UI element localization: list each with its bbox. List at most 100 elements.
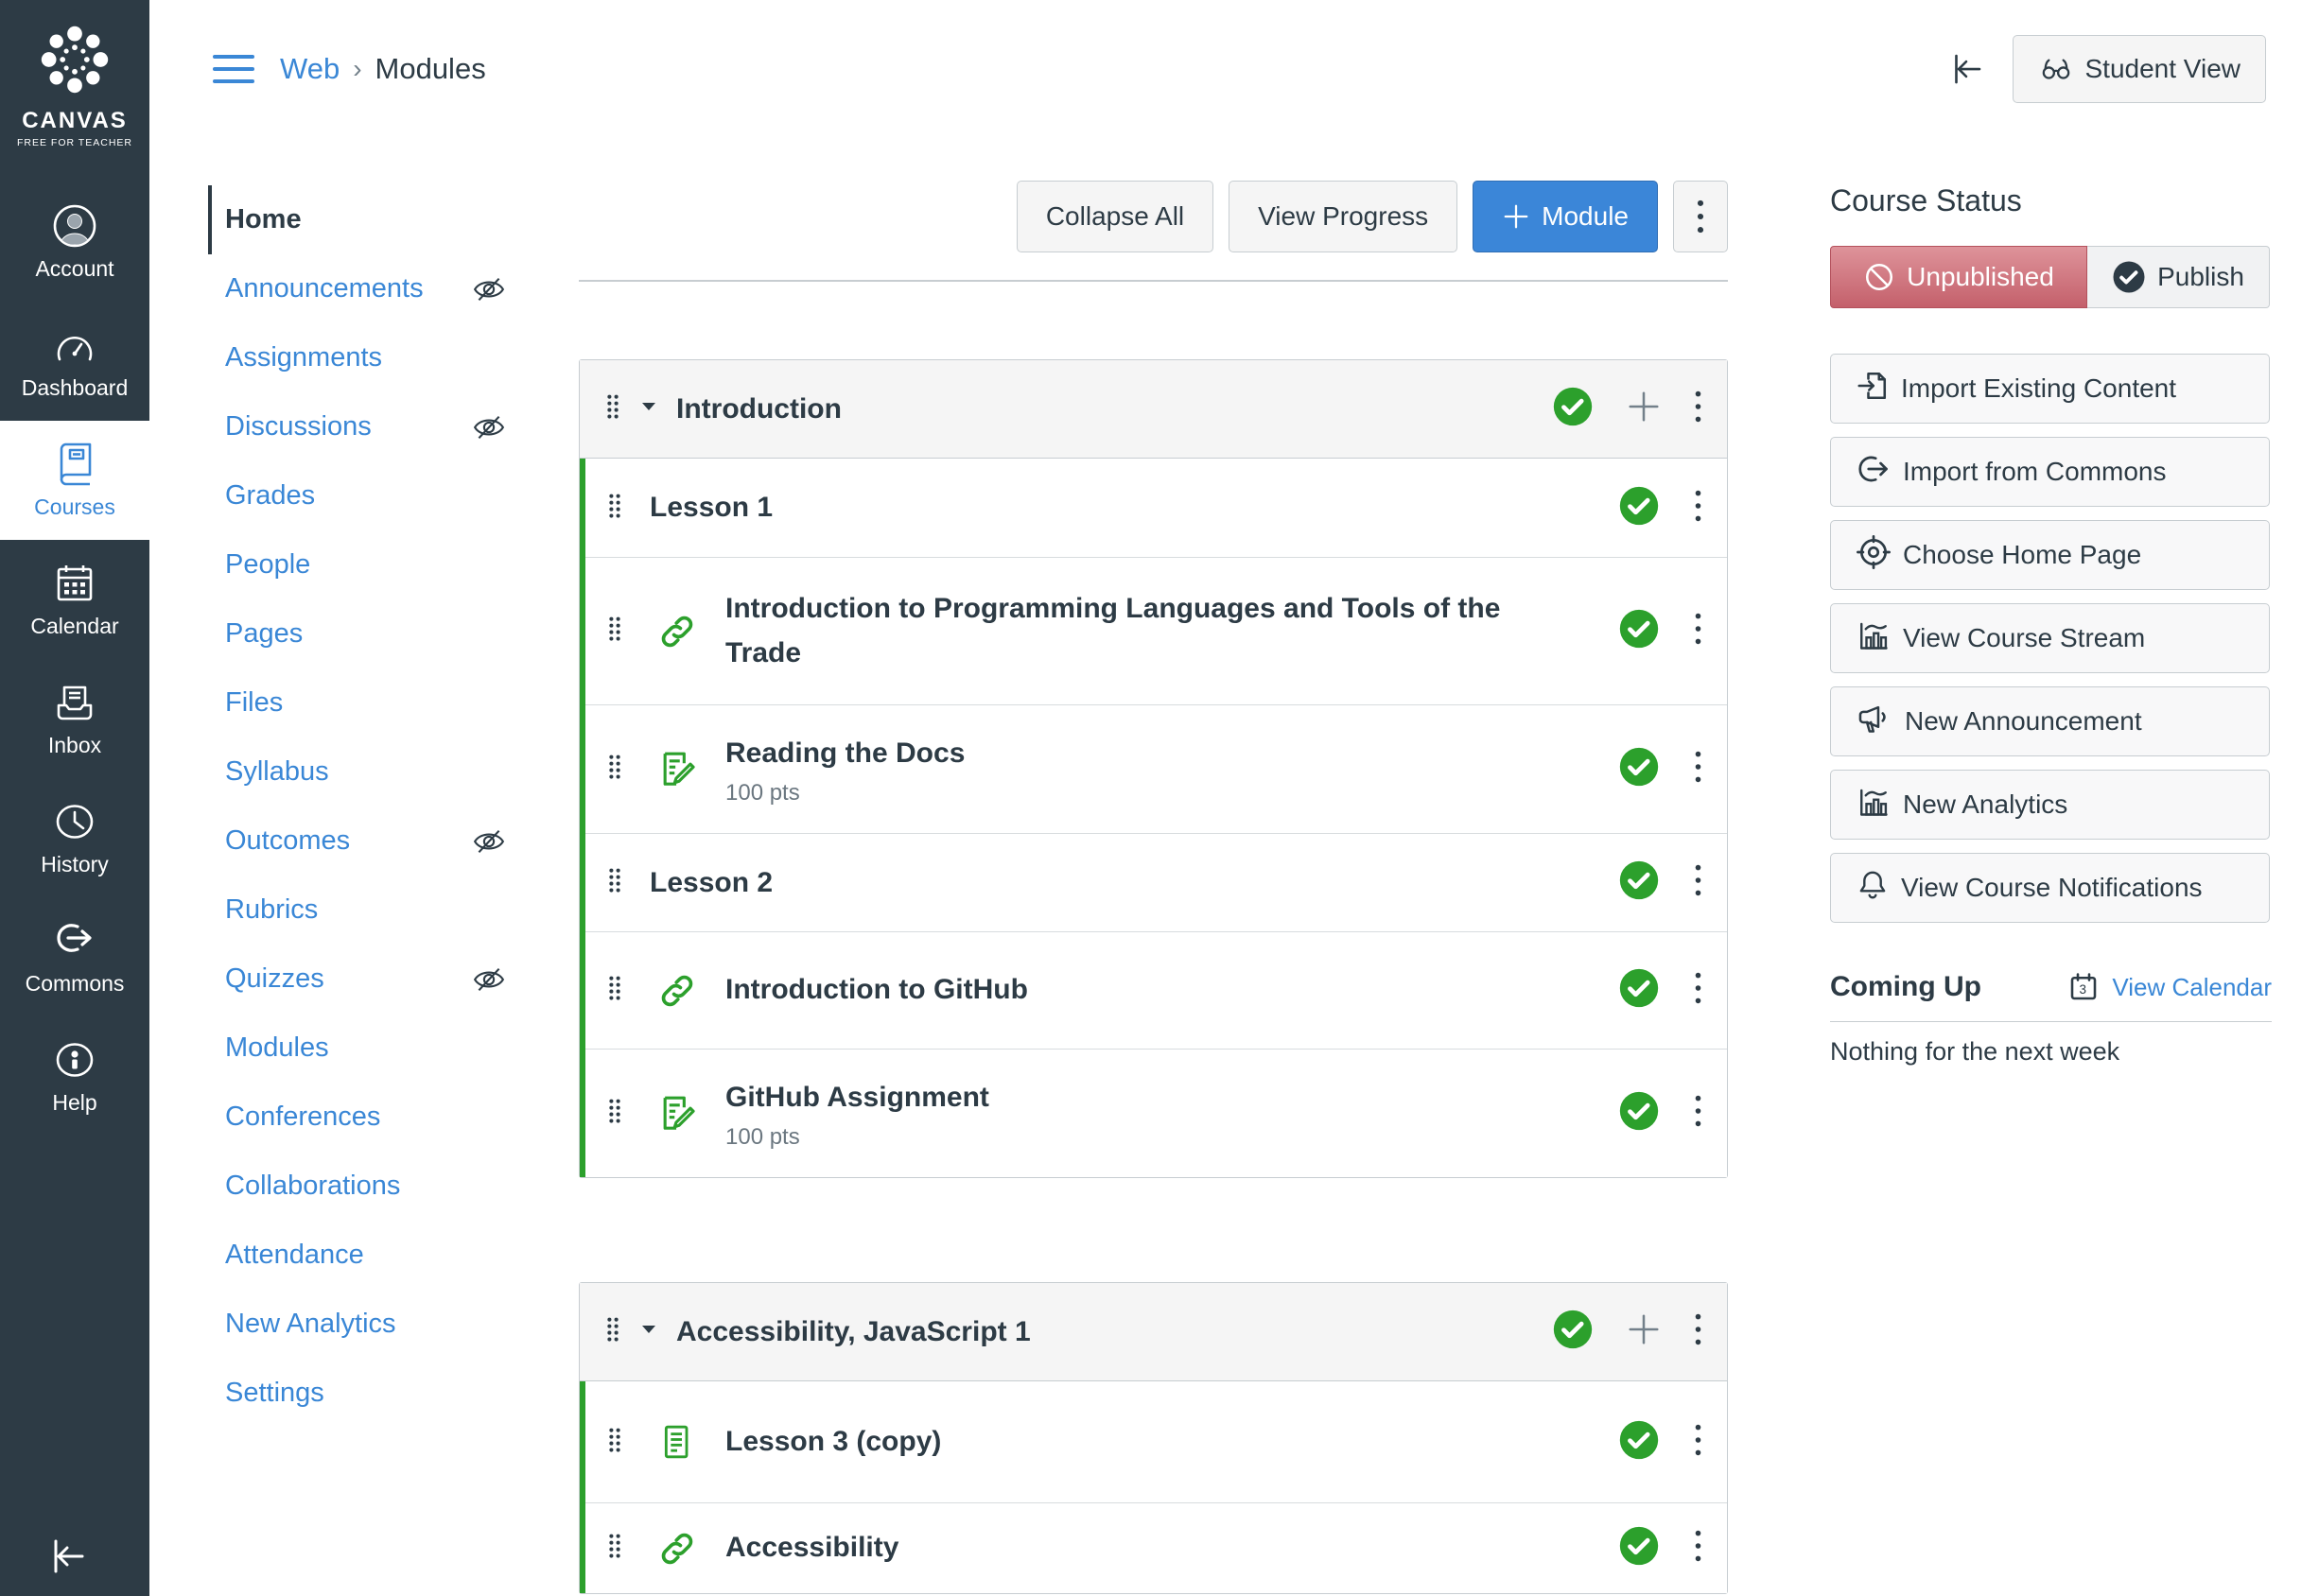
course-nav-item-assignments[interactable]: Assignments — [208, 323, 530, 392]
drag-handle-icon[interactable] — [606, 1426, 623, 1459]
global-nav-item-dashboard[interactable]: Dashboard — [0, 302, 149, 421]
choose-home-page-button[interactable]: Choose Home Page — [1830, 520, 2270, 590]
drag-handle-icon[interactable] — [606, 753, 623, 786]
coming-up-divider — [1830, 1021, 2272, 1022]
item-published-icon[interactable] — [1618, 485, 1660, 531]
global-nav-item-help[interactable]: Help — [0, 1016, 149, 1136]
item-kebab-menu[interactable] — [1694, 1528, 1702, 1569]
module-kebab-menu[interactable] — [1694, 389, 1702, 429]
add-item-icon[interactable] — [1626, 389, 1662, 429]
course-nav-item-grades[interactable]: Grades — [208, 461, 530, 530]
chevron-down-icon[interactable] — [640, 1323, 657, 1341]
course-nav-item-home[interactable]: Home — [208, 185, 530, 254]
item-title-link[interactable]: Introduction to Programming Languages an… — [725, 587, 1529, 675]
publish-button[interactable]: Publish — [2087, 246, 2270, 308]
course-nav-item-outcomes[interactable]: Outcomes — [208, 807, 530, 876]
add-item-icon[interactable] — [1626, 1311, 1662, 1352]
course-nav-label: Conferences — [225, 1102, 381, 1132]
course-nav-item-conferences[interactable]: Conferences — [208, 1083, 530, 1152]
item-kebab-menu[interactable] — [1694, 862, 1702, 903]
item-title-link[interactable]: Lesson 3 (copy) — [725, 1420, 941, 1465]
course-nav-item-modules[interactable]: Modules — [208, 1014, 530, 1083]
item-kebab-menu[interactable] — [1694, 611, 1702, 651]
module-body: Lesson 1 Introduction to Programming Lan… — [580, 459, 1727, 1177]
new-announcement-button[interactable]: New Announcement — [1830, 686, 2270, 756]
import-from-commons-button[interactable]: Import from Commons — [1830, 437, 2270, 507]
item-kebab-menu[interactable] — [1694, 970, 1702, 1011]
global-nav-items: Account Dashboard Courses Calendar Inbox… — [0, 182, 149, 1136]
view-course-notifications-button[interactable]: View Course Notifications — [1830, 853, 2270, 923]
course-nav-item-collaborations[interactable]: Collaborations — [208, 1152, 530, 1221]
course-nav-item-settings[interactable]: Settings — [208, 1359, 530, 1428]
breadcrumb-course-link[interactable]: Web — [280, 52, 340, 86]
hamburger-menu-icon[interactable] — [212, 52, 255, 86]
student-view-button[interactable]: Student View — [2012, 34, 2266, 103]
collapse-all-button[interactable]: Collapse All — [1016, 181, 1214, 252]
drag-handle-icon[interactable] — [606, 492, 623, 525]
item-title-link[interactable]: GitHub Assignment — [725, 1076, 989, 1120]
course-nav-item-files[interactable]: Files — [208, 668, 530, 737]
global-nav-item-inbox[interactable]: Inbox — [0, 659, 149, 778]
import-existing-content-button[interactable]: Import Existing Content — [1830, 354, 2270, 424]
item-kebab-menu[interactable] — [1694, 488, 1702, 529]
new-analytics-button[interactable]: New Analytics — [1830, 770, 2270, 840]
eye-slash-icon — [473, 413, 505, 442]
item-kebab-menu[interactable] — [1694, 1422, 1702, 1463]
drag-handle-icon[interactable] — [606, 615, 623, 648]
view-course-stream-button[interactable]: View Course Stream — [1830, 603, 2270, 673]
chart-icon — [1856, 785, 1892, 825]
course-nav-item-pages[interactable]: Pages — [208, 599, 530, 668]
drag-handle-icon[interactable] — [604, 392, 621, 425]
add-module-button[interactable]: Module — [1473, 181, 1658, 252]
assignment-icon — [655, 1092, 699, 1136]
canvas-logo[interactable]: CANVAS FREE FOR TEACHER — [0, 0, 149, 158]
view-calendar-link[interactable]: View Calendar — [2112, 973, 2272, 1002]
global-nav-item-calendar[interactable]: Calendar — [0, 540, 149, 659]
sidebar-action-label: View Course Stream — [1903, 623, 2146, 652]
item-published-icon[interactable] — [1618, 1090, 1660, 1136]
global-nav-item-account[interactable]: Account — [0, 182, 149, 302]
item-title-link[interactable]: Reading the Docs — [725, 732, 965, 776]
global-nav-item-commons[interactable]: Commons — [0, 897, 149, 1016]
drag-handle-icon[interactable] — [606, 866, 623, 899]
collapse-right-icon[interactable] — [1946, 50, 1986, 88]
view-progress-button[interactable]: View Progress — [1229, 181, 1458, 252]
item-published-icon[interactable] — [1618, 608, 1660, 654]
toolbar-kebab-menu[interactable] — [1673, 181, 1728, 252]
course-nav-item-quizzes[interactable]: Quizzes — [208, 945, 530, 1014]
unpublished-button[interactable]: Unpublished — [1830, 246, 2087, 308]
drag-handle-icon[interactable] — [606, 1532, 623, 1565]
course-nav-item-rubrics[interactable]: Rubrics — [208, 876, 530, 945]
item-kebab-menu[interactable] — [1694, 1093, 1702, 1134]
courses-icon — [52, 442, 97, 487]
course-nav-label: Rubrics — [225, 894, 319, 925]
drag-handle-icon[interactable] — [606, 1097, 623, 1130]
item-published-icon[interactable] — [1618, 746, 1660, 792]
module-published-icon[interactable] — [1552, 1309, 1594, 1355]
course-nav-item-people[interactable]: People — [208, 530, 530, 599]
item-published-icon[interactable] — [1618, 967, 1660, 1014]
item-published-icon[interactable] — [1618, 1419, 1660, 1466]
drag-handle-icon[interactable] — [606, 974, 623, 1007]
add-module-label: Module — [1542, 201, 1629, 231]
global-nav-collapse-button[interactable] — [44, 1535, 91, 1577]
module-item-row: GitHub Assignment 100 pts — [585, 1049, 1727, 1177]
item-title-link[interactable]: Introduction to GitHub — [725, 968, 1028, 1013]
module-kebab-menu[interactable] — [1694, 1311, 1702, 1352]
module-published-icon[interactable] — [1552, 386, 1594, 432]
help-icon — [52, 1037, 97, 1083]
item-published-icon[interactable] — [1618, 1525, 1660, 1571]
global-nav-item-history[interactable]: History — [0, 778, 149, 897]
course-nav-item-new-analytics[interactable]: New Analytics — [208, 1290, 530, 1359]
course-nav-item-syllabus[interactable]: Syllabus — [208, 737, 530, 807]
course-nav-item-discussions[interactable]: Discussions — [208, 392, 530, 461]
canvas-logo-title: CANVAS — [22, 108, 128, 133]
item-title-link[interactable]: Accessibility — [725, 1526, 898, 1570]
drag-handle-icon[interactable] — [604, 1315, 621, 1348]
global-nav-item-courses[interactable]: Courses — [0, 421, 149, 540]
course-nav-item-announcements[interactable]: Announcements — [208, 254, 530, 323]
item-published-icon[interactable] — [1618, 859, 1660, 906]
course-nav-item-attendance[interactable]: Attendance — [208, 1221, 530, 1290]
chevron-down-icon[interactable] — [640, 400, 657, 418]
item-kebab-menu[interactable] — [1694, 749, 1702, 789]
